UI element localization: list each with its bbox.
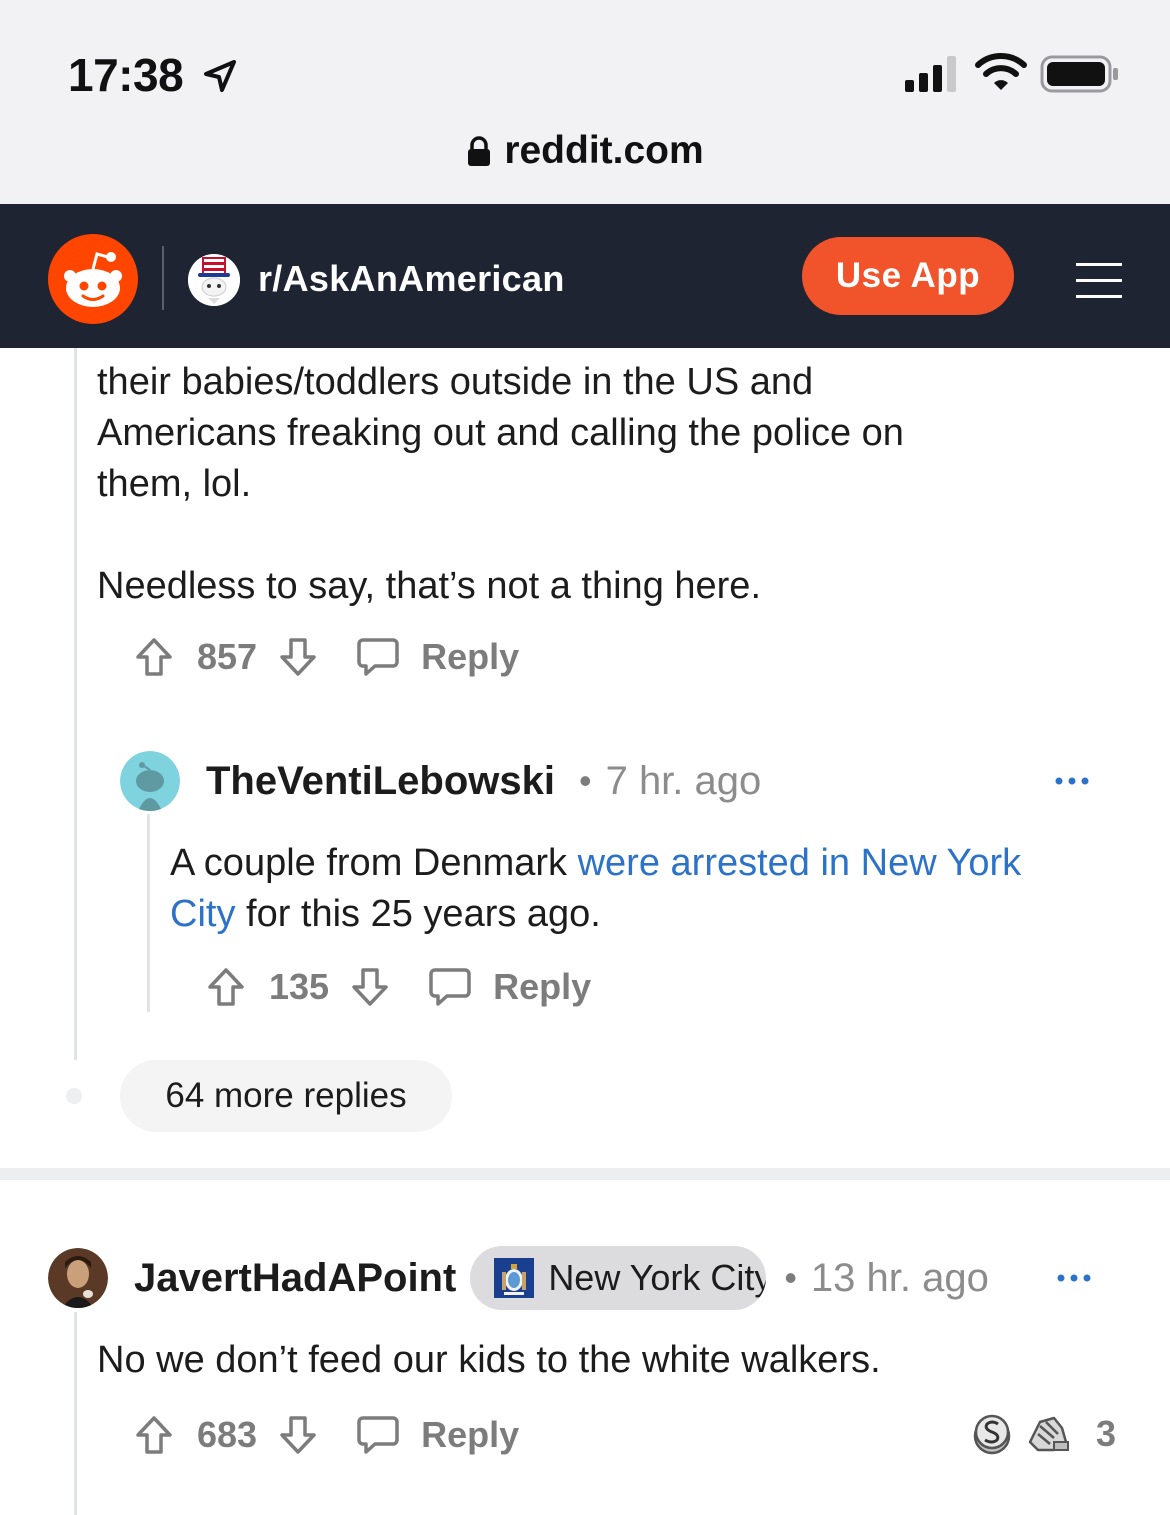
comment-bubble-icon[interactable] [357,636,399,678]
avatar[interactable] [120,751,180,811]
comment-text: A couple from Denmark [170,842,578,884]
comment-actions: 683 Reply [135,1410,519,1460]
vote-count: 135 [269,966,330,1007]
comment-body: their babies/toddlers outside in the US … [97,357,1097,612]
wifi-icon [975,53,1027,90]
thread-line[interactable] [74,348,77,1060]
downvote-icon[interactable] [351,967,389,1007]
more-replies-button[interactable]: 64 more replies [120,1060,452,1132]
reddit-logo-icon[interactable] [48,234,138,324]
awards[interactable]: 3 [970,1412,1116,1456]
subreddit-name[interactable]: r/AskAnAmerican [258,258,565,300]
snoo-avatar-icon [120,751,180,811]
reply-button[interactable]: Reply [493,966,591,1008]
battery-icon [1040,55,1118,93]
comment-line: their babies/toddlers outside in the US … [97,361,814,403]
subreddit-avatar[interactable] [188,254,240,306]
thread-line[interactable] [74,1312,77,1515]
comment-text: for this 25 years ago. [235,893,601,935]
separator-dot: • [784,1257,797,1298]
comment-header: JavertHadAPoint New York City • 13 hr. a… [48,1246,989,1310]
vote-count: 857 [197,636,258,677]
comment-line: them, lol. [97,463,252,505]
thread-line[interactable] [147,814,150,1012]
uncle-sam-snoo-icon [188,254,240,306]
new-york-flag-icon [494,1258,535,1298]
helpful-award-icon [1028,1416,1069,1452]
timestamp: 13 hr. ago [810,1255,989,1300]
lock-icon [468,136,491,166]
comment-actions: 857 Reply [135,632,519,682]
comment-actions: 135 Reply [207,962,591,1012]
more-options-icon[interactable] [1056,1272,1092,1284]
award-count: 3 [1096,1413,1117,1454]
more-options-icon[interactable] [1054,775,1090,787]
use-app-button[interactable]: Use App [802,237,1014,315]
header-divider [162,246,164,310]
cellular-signal-icon [905,56,956,92]
user-photo-avatar [48,1248,108,1308]
avatar[interactable] [48,1248,108,1308]
reply-button[interactable]: Reply [421,1414,519,1456]
status-time: 17:38 [68,49,184,101]
username[interactable]: TheVentiLebowski [206,759,555,804]
url-bar[interactable]: reddit.com [0,126,1170,176]
comment-bubble-icon[interactable] [429,966,471,1008]
vote-count: 683 [197,1414,258,1455]
location-arrow-icon [204,60,236,92]
separator-dot: • [578,760,592,801]
comment-header: TheVentiLebowski • 7 hr. ago [120,751,761,811]
reply-button[interactable]: Reply [421,636,519,678]
comment-line: Americans freaking out and calling the p… [97,412,904,454]
ios-status-area: 17:38 reddit.com [0,0,1170,204]
downvote-icon[interactable] [279,637,317,677]
comment-body: A couple from Denmark were arrested in N… [170,838,1090,940]
reddit-header: r/AskAnAmerican Use App [0,204,1170,348]
comment-body: No we don’t feed our kids to the white w… [97,1339,881,1381]
url-text: reddit.com [504,129,704,172]
flair-text: New York City [548,1257,767,1298]
section-divider [0,1168,1170,1180]
upvote-icon[interactable] [135,637,173,677]
comment-line: Needless to say, that’s not a thing here… [97,565,761,607]
username[interactable]: JavertHadAPoint [134,1256,456,1301]
user-flair: New York City [470,1246,767,1310]
comment-bubble-icon[interactable] [357,1414,399,1456]
hamburger-menu-icon[interactable] [1076,260,1122,300]
downvote-icon[interactable] [279,1415,317,1455]
upvote-icon[interactable] [207,967,245,1007]
collapsed-thread-dot [66,1088,82,1104]
timestamp: 7 hr. ago [605,758,762,803]
silver-award-icon [973,1414,1011,1455]
upvote-icon[interactable] [135,1415,173,1455]
